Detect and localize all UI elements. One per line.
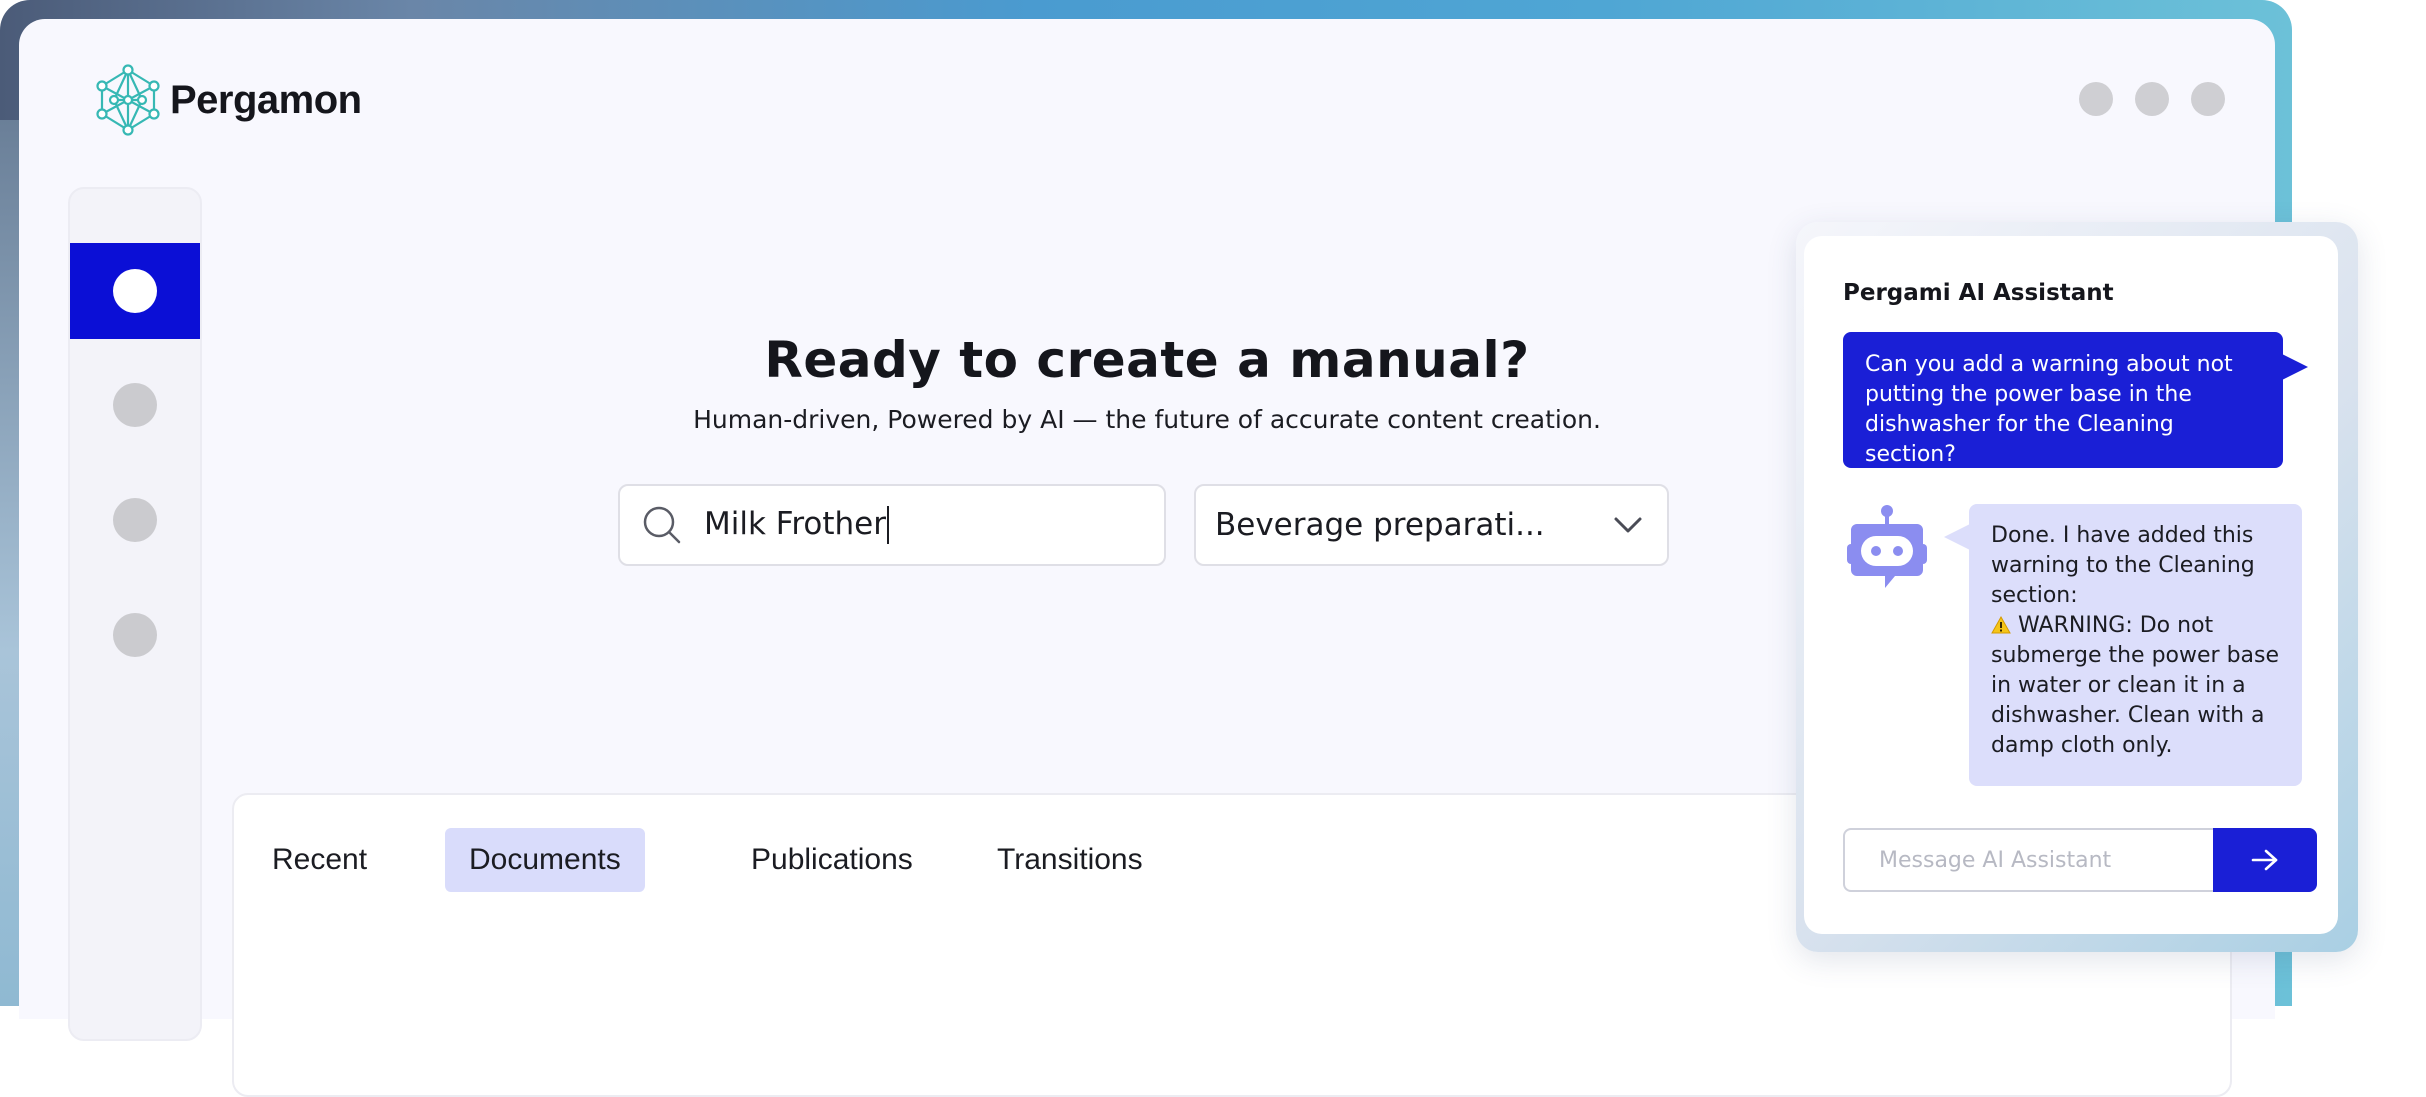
sidebar <box>68 187 202 1041</box>
sidebar-item-3[interactable] <box>70 472 200 568</box>
nav-icon <box>113 613 157 657</box>
top-bar: Pergamon <box>19 19 2275 161</box>
search-icon <box>643 506 681 544</box>
warning-icon <box>1991 616 2011 634</box>
assistant-message-warning: WARNING: Do not submerge the power base … <box>1991 613 2280 758</box>
ai-assistant-card: Pergami AI Assistant Can you add a warni… <box>1804 236 2338 934</box>
user-message-bubble: Can you add a warning about not putting … <box>1843 332 2308 468</box>
search-input[interactable]: Milk Frother <box>618 484 1166 566</box>
text-cursor <box>887 506 890 545</box>
sidebar-item-1[interactable] <box>70 243 200 339</box>
window-controls <box>2079 82 2225 116</box>
assistant-message-bubble: Done. I have added this warning to the C… <box>1944 504 2302 786</box>
nav-icon <box>113 269 157 313</box>
chevron-down-icon <box>1614 517 1642 533</box>
search-value: Milk Frother <box>704 505 887 542</box>
sidebar-item-4[interactable] <box>70 587 200 683</box>
assistant-title: Pergami AI Assistant <box>1843 280 2114 306</box>
category-select-value: Beverage preparati... <box>1215 507 1545 543</box>
network-logo-icon <box>96 64 160 136</box>
assistant-message-intro: Done. I have added this warning to the C… <box>1991 523 2255 608</box>
arrow-right-icon <box>2251 849 2278 871</box>
app-logo[interactable]: Pergamon <box>94 64 362 136</box>
window-dot[interactable] <box>2079 82 2113 116</box>
ai-assistant-panel: Pergami AI Assistant Can you add a warni… <box>1796 222 2358 952</box>
nav-icon <box>113 498 157 542</box>
tab-documents[interactable]: Documents <box>445 828 645 892</box>
tab-recent[interactable]: Recent <box>272 828 367 892</box>
tab-transitions[interactable]: Transitions <box>997 828 1143 892</box>
category-select[interactable]: Beverage preparati... <box>1194 484 1669 566</box>
window-dot[interactable] <box>2191 82 2225 116</box>
message-input[interactable] <box>1843 828 2213 892</box>
window-dot[interactable] <box>2135 82 2169 116</box>
send-button[interactable] <box>2213 828 2317 892</box>
tab-publications[interactable]: Publications <box>751 828 913 892</box>
robot-icon <box>1847 505 1927 588</box>
app-name: Pergamon <box>170 77 362 122</box>
